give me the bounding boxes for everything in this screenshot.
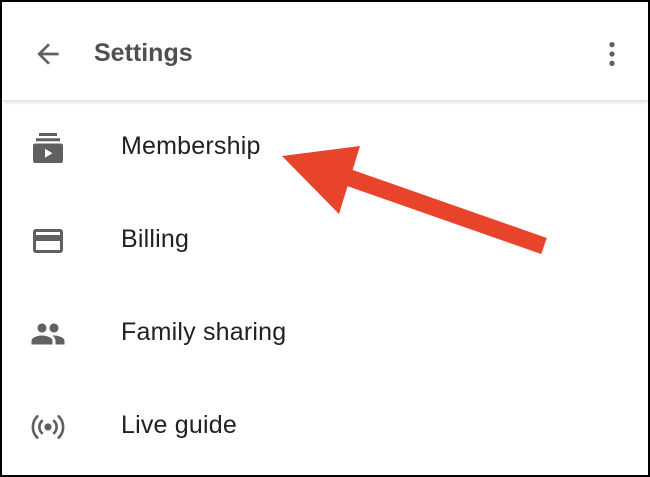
menu-item-label: Live guide	[121, 411, 237, 439]
menu-item-label: Family sharing	[121, 318, 287, 346]
people-icon	[30, 316, 66, 352]
live-broadcast-icon	[30, 409, 66, 445]
page-title: Settings	[94, 39, 193, 67]
more-vert-icon	[609, 42, 615, 66]
menu-item-billing[interactable]: Billing	[2, 193, 648, 286]
menu-item-family-sharing[interactable]: Family sharing	[2, 286, 648, 379]
app-bar: Settings	[2, 2, 648, 100]
subscriptions-icon	[30, 130, 66, 166]
more-options-button[interactable]	[592, 34, 632, 74]
screenshot-frame: Settings Membership Billing Family shari…	[0, 0, 650, 477]
settings-menu: Membership Billing Family sharing Live g…	[2, 100, 648, 472]
menu-item-live-guide[interactable]: Live guide	[2, 379, 648, 472]
credit-card-icon	[30, 223, 66, 259]
menu-item-membership[interactable]: Membership	[2, 100, 648, 193]
back-button[interactable]	[28, 34, 68, 74]
arrow-back-icon	[37, 43, 59, 65]
menu-item-label: Membership	[121, 132, 261, 160]
menu-item-label: Billing	[121, 225, 190, 253]
